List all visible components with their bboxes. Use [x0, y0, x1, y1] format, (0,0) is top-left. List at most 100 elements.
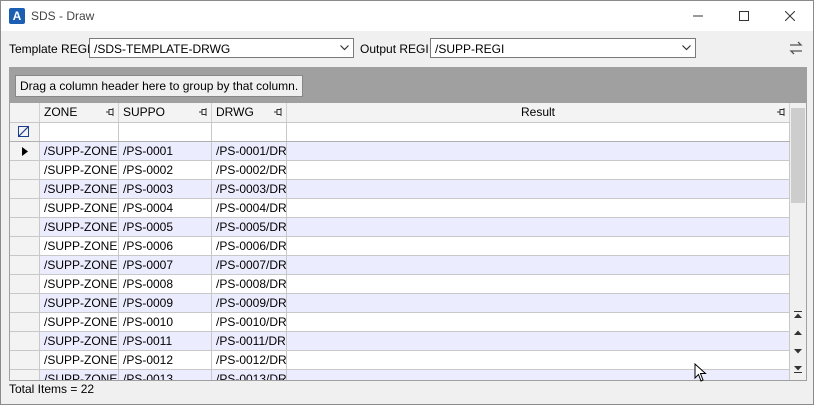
cell-result[interactable]	[287, 256, 790, 275]
vertical-scrollbar[interactable]	[790, 103, 806, 380]
table-row[interactable]: /SUPP-ZONE/PS-0010/PS-0010/DR	[10, 313, 790, 332]
cell-drwg[interactable]: /PS-0013/DR	[212, 370, 287, 380]
column-header-drwg[interactable]: DRWG	[212, 103, 287, 122]
row-selector[interactable]	[10, 313, 40, 332]
data-grid[interactable]: Drag a column header here to group by th…	[9, 67, 807, 381]
cell-zone[interactable]: /SUPP-ZONE	[40, 275, 119, 294]
row-selector[interactable]	[10, 256, 40, 275]
row-selector[interactable]	[10, 199, 40, 218]
column-header-suppo[interactable]: SUPPO	[119, 103, 212, 122]
filter-cell-drwg[interactable]	[212, 123, 287, 141]
cell-result[interactable]	[287, 275, 790, 294]
close-button[interactable]	[767, 1, 813, 31]
cell-suppo[interactable]: /PS-0010	[119, 313, 212, 332]
cell-suppo[interactable]: /PS-0006	[119, 237, 212, 256]
table-row[interactable]: /SUPP-ZONE/PS-0002/PS-0002/DR	[10, 161, 790, 180]
table-row[interactable]: /SUPP-ZONE/PS-0007/PS-0007/DR	[10, 256, 790, 275]
cell-zone[interactable]: /SUPP-ZONE	[40, 237, 119, 256]
pin-icon[interactable]	[106, 108, 115, 116]
scroll-down-button[interactable]	[791, 343, 805, 359]
row-selector[interactable]	[10, 351, 40, 370]
cell-zone[interactable]: /SUPP-ZONE	[40, 161, 119, 180]
table-row[interactable]: /SUPP-ZONE/PS-0013/PS-0013/DR	[10, 370, 790, 380]
cell-suppo[interactable]: /PS-0002	[119, 161, 212, 180]
table-row[interactable]: /SUPP-ZONE/PS-0009/PS-0009/DR	[10, 294, 790, 313]
cell-zone[interactable]: /SUPP-ZONE	[40, 218, 119, 237]
cell-result[interactable]	[287, 142, 790, 161]
table-row[interactable]: /SUPP-ZONE/PS-0006/PS-0006/DR	[10, 237, 790, 256]
cell-suppo[interactable]: /PS-0011	[119, 332, 212, 351]
filter-row[interactable]	[10, 123, 790, 142]
cell-suppo[interactable]: /PS-0005	[119, 218, 212, 237]
cell-zone[interactable]: /SUPP-ZONE	[40, 370, 119, 380]
filter-cell-suppo[interactable]	[119, 123, 212, 141]
cell-drwg[interactable]: /PS-0010/DR	[212, 313, 287, 332]
filter-cell-result[interactable]	[287, 123, 790, 141]
cell-drwg[interactable]: /PS-0008/DR	[212, 275, 287, 294]
cell-drwg[interactable]: /PS-0012/DR	[212, 351, 287, 370]
table-row[interactable]: /SUPP-ZONE/PS-0011/PS-0011/DR	[10, 332, 790, 351]
cell-result[interactable]	[287, 237, 790, 256]
swap-icon[interactable]	[789, 41, 803, 55]
cell-result[interactable]	[287, 294, 790, 313]
cell-suppo[interactable]: /PS-0013	[119, 370, 212, 380]
row-selector[interactable]	[10, 294, 40, 313]
table-row[interactable]: /SUPP-ZONE/PS-0004/PS-0004/DR	[10, 199, 790, 218]
cell-result[interactable]	[287, 332, 790, 351]
row-selector[interactable]	[10, 275, 40, 294]
pin-icon[interactable]	[274, 108, 283, 116]
cell-drwg[interactable]: /PS-0005/DR	[212, 218, 287, 237]
scroll-top-button[interactable]	[791, 307, 805, 323]
cell-zone[interactable]: /SUPP-ZONE	[40, 199, 119, 218]
cell-suppo[interactable]: /PS-0012	[119, 351, 212, 370]
maximize-button[interactable]	[721, 1, 767, 31]
cell-drwg[interactable]: /PS-0004/DR	[212, 199, 287, 218]
cell-result[interactable]	[287, 161, 790, 180]
cell-zone[interactable]: /SUPP-ZONE	[40, 256, 119, 275]
cell-zone[interactable]: /SUPP-ZONE	[40, 351, 119, 370]
cell-result[interactable]	[287, 199, 790, 218]
cell-drwg[interactable]: /PS-0003/DR	[212, 180, 287, 199]
cell-suppo[interactable]: /PS-0004	[119, 199, 212, 218]
row-selector[interactable]	[10, 142, 40, 161]
group-by-panel[interactable]: Drag a column header here to group by th…	[10, 68, 806, 103]
scroll-bottom-button[interactable]	[791, 361, 805, 377]
table-row[interactable]: /SUPP-ZONE/PS-0005/PS-0005/DR	[10, 218, 790, 237]
output-regi-select[interactable]: /SUPP-REGI	[430, 38, 696, 58]
cell-zone[interactable]: /SUPP-ZONE	[40, 180, 119, 199]
cell-drwg[interactable]: /PS-0006/DR	[212, 237, 287, 256]
scrollbar-thumb[interactable]	[791, 108, 805, 203]
cell-result[interactable]	[287, 351, 790, 370]
row-selector[interactable]	[10, 370, 40, 380]
cell-drwg[interactable]: /PS-0001/DR	[212, 142, 287, 161]
column-header-zone[interactable]: ZONE	[40, 103, 119, 122]
cell-result[interactable]	[287, 180, 790, 199]
column-header-result[interactable]: Result	[287, 103, 790, 122]
filter-toggle-cell[interactable]	[10, 123, 40, 141]
table-row[interactable]: /SUPP-ZONE/PS-0001/PS-0001/DR	[10, 142, 790, 161]
cell-suppo[interactable]: /PS-0001	[119, 142, 212, 161]
cell-drwg[interactable]: /PS-0002/DR	[212, 161, 287, 180]
cell-zone[interactable]: /SUPP-ZONE	[40, 332, 119, 351]
cell-result[interactable]	[287, 370, 790, 380]
cell-suppo[interactable]: /PS-0007	[119, 256, 212, 275]
cell-zone[interactable]: /SUPP-ZONE	[40, 294, 119, 313]
filter-clear-icon[interactable]	[18, 126, 29, 137]
minimize-button[interactable]	[675, 1, 721, 31]
cell-drwg[interactable]: /PS-0009/DR	[212, 294, 287, 313]
cell-zone[interactable]: /SUPP-ZONE	[40, 313, 119, 332]
filter-cell-zone[interactable]	[40, 123, 119, 141]
cell-suppo[interactable]: /PS-0009	[119, 294, 212, 313]
row-selector[interactable]	[10, 237, 40, 256]
row-selector[interactable]	[10, 332, 40, 351]
row-selector[interactable]	[10, 180, 40, 199]
cell-suppo[interactable]: /PS-0003	[119, 180, 212, 199]
table-row[interactable]: /SUPP-ZONE/PS-0012/PS-0012/DR	[10, 351, 790, 370]
title-bar[interactable]: A SDS - Draw	[1, 1, 813, 31]
pin-icon[interactable]	[199, 108, 208, 116]
template-regi-select[interactable]: /SDS-TEMPLATE-DRWG	[89, 38, 354, 58]
table-row[interactable]: /SUPP-ZONE/PS-0008/PS-0008/DR	[10, 275, 790, 294]
row-selector[interactable]	[10, 218, 40, 237]
cell-drwg[interactable]: /PS-0011/DR	[212, 332, 287, 351]
cell-result[interactable]	[287, 313, 790, 332]
